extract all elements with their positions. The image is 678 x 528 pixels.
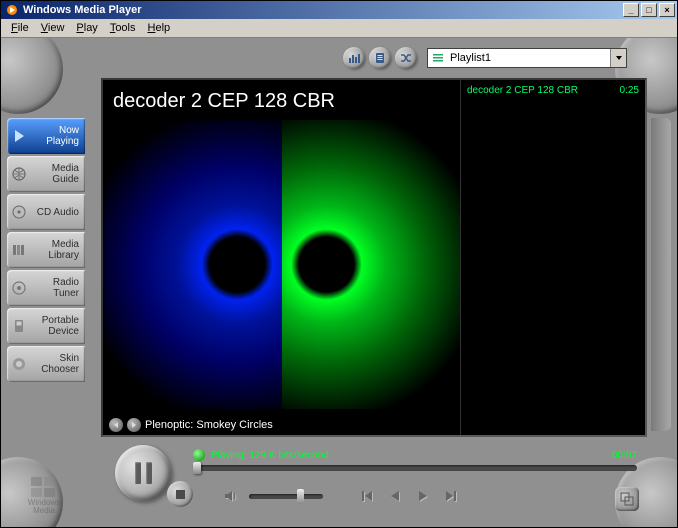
rewind-button[interactable] (385, 486, 405, 506)
nav-label-l2: Device (48, 326, 79, 337)
nav-skin-chooser[interactable]: Skin Chooser (7, 346, 85, 382)
visualization-name: Plenoptic: Smokey Circles (145, 419, 273, 431)
prev-viz-button[interactable] (109, 418, 123, 432)
skin-icon (11, 356, 27, 372)
nav-portable-device[interactable]: Portable Device (7, 308, 85, 344)
nav-label-l1: Media (52, 163, 79, 174)
logo-line2: Media (33, 507, 55, 515)
nav-label-l2: Tuner (53, 288, 79, 299)
player-skin: Playlist1 Now Playing Media Guide (1, 38, 677, 527)
windows-media-logo: Windows Media (17, 473, 71, 517)
maximize-button[interactable]: □ (641, 3, 657, 17)
stop-button[interactable] (167, 481, 193, 507)
side-nav: Now Playing Media Guide CD Audio Media L… (7, 118, 85, 382)
nav-label-l1: CD Audio (37, 207, 79, 218)
elapsed-time: 00:07 (612, 450, 637, 461)
nav-label-l2: Library (48, 250, 79, 261)
nav-label-l1: Media (52, 239, 79, 250)
nav-label-l2: Playing (46, 136, 79, 147)
seek-thumb[interactable] (193, 462, 201, 474)
media-info-button[interactable] (369, 47, 391, 69)
right-edge-panel (651, 118, 671, 431)
nav-label-l1: Radio (53, 277, 79, 288)
titlebar[interactable]: Windows Media Player _ □ × (1, 1, 677, 19)
playlist-dropdown[interactable]: Playlist1 (427, 48, 627, 68)
transport-bar: Playing: 128 K bits/second 00:07 (101, 443, 647, 521)
menu-tools[interactable]: Tools (104, 20, 142, 36)
nav-label-l1: Portable (42, 315, 79, 326)
chevron-down-icon[interactable] (610, 49, 626, 67)
control-row (221, 483, 607, 509)
nav-label-l1: Now (59, 125, 79, 136)
nav-now-playing[interactable]: Now Playing (7, 118, 85, 154)
switch-to-skin-mode-button[interactable] (615, 487, 639, 511)
menu-file[interactable]: File (5, 20, 35, 36)
fastforward-button[interactable] (413, 486, 433, 506)
viz-left (103, 120, 282, 409)
nav-label-l1: Skin (60, 353, 79, 364)
volume-slider[interactable] (249, 494, 323, 499)
playlist-row[interactable]: decoder 2 CEP 128 CBR 0:25 (465, 84, 641, 97)
prev-track-button[interactable] (357, 486, 377, 506)
nav-radio-tuner[interactable]: Radio Tuner (7, 270, 85, 306)
device-icon (11, 318, 27, 334)
pause-icon (135, 462, 152, 484)
visualization-footer: Plenoptic: Smokey Circles (103, 415, 460, 435)
disc-icon (11, 204, 27, 220)
playlist-pane[interactable]: decoder 2 CEP 128 CBR 0:25 (460, 80, 645, 435)
window-title: Windows Media Player (23, 4, 142, 16)
menu-view[interactable]: View (35, 20, 71, 36)
playlist-selected-label: Playlist1 (448, 52, 610, 64)
volume-thumb[interactable] (297, 489, 304, 504)
visualization-area: decoder 2 CEP 128 CBR Plenoptic: Smokey … (103, 80, 460, 435)
playlist-icon (430, 50, 446, 66)
nav-cd-audio[interactable]: CD Audio (7, 194, 85, 230)
play-pause-button[interactable] (115, 445, 171, 501)
nav-label-l2: Guide (52, 174, 79, 185)
content-frame: decoder 2 CEP 128 CBR Plenoptic: Smokey … (101, 78, 647, 437)
nav-label-l2: Chooser (41, 364, 79, 375)
mute-button[interactable] (221, 486, 241, 506)
status-row: Playing: 128 K bits/second 00:07 (193, 447, 637, 463)
status-text: Playing: 128 K bits/second (211, 450, 612, 461)
status-indicator-icon (193, 449, 205, 461)
menubar: File View Play Tools Help (1, 19, 677, 38)
library-icon (11, 242, 27, 258)
play-icon (11, 128, 27, 144)
visualization-canvas (103, 120, 460, 409)
next-viz-button[interactable] (127, 418, 141, 432)
playlist-item-title: decoder 2 CEP 128 CBR (467, 85, 578, 96)
app-icon (5, 3, 19, 17)
stop-icon (176, 490, 185, 499)
menu-help[interactable]: Help (142, 20, 177, 36)
minimize-button[interactable]: _ (623, 3, 639, 17)
radio-icon (11, 280, 27, 296)
globe-icon (11, 166, 27, 182)
menu-play[interactable]: Play (70, 20, 103, 36)
playlist-item-duration: 0:25 (620, 85, 639, 96)
shuffle-button[interactable] (395, 47, 417, 69)
app-window: Windows Media Player _ □ × File View Pla… (0, 0, 678, 528)
close-button[interactable]: × (659, 3, 675, 17)
show-equalizer-button[interactable] (343, 47, 365, 69)
next-track-button[interactable] (441, 486, 461, 506)
nav-media-library[interactable]: Media Library (7, 232, 85, 268)
seek-slider[interactable] (193, 465, 637, 471)
top-toolbar: Playlist1 (51, 44, 627, 72)
nav-media-guide[interactable]: Media Guide (7, 156, 85, 192)
track-title: decoder 2 CEP 128 CBR (113, 90, 335, 113)
viz-right (282, 120, 461, 409)
